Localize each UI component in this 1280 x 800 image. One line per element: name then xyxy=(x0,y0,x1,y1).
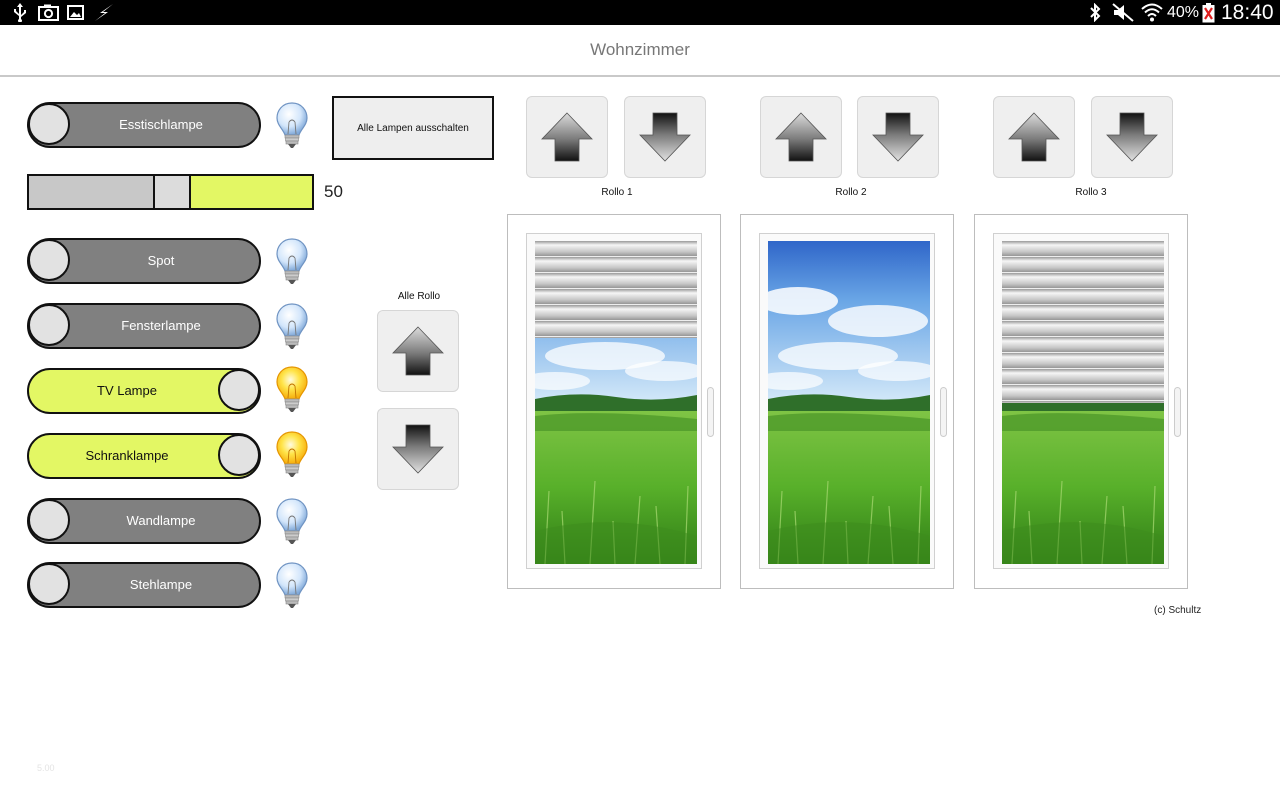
rollo-shutter xyxy=(535,241,697,338)
toggle-label: TV Lampe xyxy=(97,383,157,398)
toggle-label: Wandlampe xyxy=(126,513,196,528)
arrow-up-icon xyxy=(541,112,593,162)
usb-icon xyxy=(10,3,30,22)
toggle-knob[interactable] xyxy=(218,369,260,411)
landscape-image xyxy=(768,241,930,564)
rollo-1-label: Rollo 1 xyxy=(601,187,633,198)
copyright-text: (c) Schultz xyxy=(1154,605,1202,616)
window-pane xyxy=(768,241,930,564)
window-handle xyxy=(940,387,947,437)
dimmer-fill xyxy=(189,176,312,208)
rollo-shutter xyxy=(1002,241,1164,403)
battery-percent: 40% xyxy=(1167,4,1200,21)
window-handle xyxy=(1174,387,1181,437)
bulb-off-icon xyxy=(276,562,308,608)
rollo-3-up-button[interactable] xyxy=(993,96,1075,178)
toggle-label: Stehlampe xyxy=(129,577,193,592)
window-frame xyxy=(993,233,1169,569)
arrow-up-icon xyxy=(775,112,827,162)
arrow-down-icon xyxy=(392,424,444,474)
window-handle xyxy=(707,387,714,437)
all-rollo-label: Alle Rollo xyxy=(397,291,441,302)
toggle-knob[interactable] xyxy=(28,563,70,605)
toggle-knob[interactable] xyxy=(28,103,70,145)
toggle-knob[interactable] xyxy=(28,239,70,281)
rollo-2-label: Rollo 2 xyxy=(835,187,867,198)
bulb-off-icon xyxy=(276,303,308,349)
bulb-off-icon xyxy=(276,238,308,284)
toggle-schranklampe[interactable]: Schranklampe xyxy=(27,433,261,479)
dimmer-slider[interactable] xyxy=(27,174,314,210)
rollo-1-up-button[interactable] xyxy=(526,96,608,178)
page-title: Wohnzimmer xyxy=(590,40,690,59)
toggle-spot[interactable]: Spot xyxy=(27,238,261,284)
arrow-down-icon xyxy=(639,112,691,162)
rollo-2-down-button[interactable] xyxy=(857,96,939,178)
toggle-wandlampe[interactable]: Wandlampe xyxy=(27,498,261,544)
toggle-label: Spot xyxy=(147,253,175,268)
rollo-3-down-button[interactable] xyxy=(1091,96,1173,178)
toggle-fensterlampe[interactable]: Fensterlampe xyxy=(27,303,261,349)
toggle-stehlampe[interactable]: Stehlampe xyxy=(27,562,261,608)
toggle-knob[interactable] xyxy=(218,434,260,476)
arrow-down-icon xyxy=(1106,112,1158,162)
rollo-2-up-button[interactable] xyxy=(760,96,842,178)
header-divider xyxy=(0,75,1280,77)
toggle-label: Esstischlampe xyxy=(119,117,203,132)
camera-icon xyxy=(37,3,59,22)
toggle-tv-lampe[interactable]: TV Lampe xyxy=(27,368,261,414)
bulb-on-icon xyxy=(276,431,308,477)
window-pane xyxy=(535,241,697,564)
bulb-on-icon xyxy=(276,366,308,412)
toggle-label: Fensterlampe xyxy=(121,318,201,333)
wifi-icon xyxy=(1140,3,1164,22)
battery-icon xyxy=(1200,2,1216,22)
version-text: 5.00 xyxy=(37,763,55,773)
window-rollo-1 xyxy=(507,214,721,589)
header-bar: Wohnzimmer xyxy=(0,25,1280,77)
gallery-icon xyxy=(65,3,85,22)
bulb-off-icon xyxy=(276,102,308,148)
rollo-1-down-button[interactable] xyxy=(624,96,706,178)
status-bar: 40% 18:40 xyxy=(0,0,1280,25)
toggle-knob[interactable] xyxy=(28,304,70,346)
arrow-down-icon xyxy=(872,112,924,162)
all-rollo-up-button[interactable] xyxy=(377,310,459,392)
window-rollo-2 xyxy=(740,214,954,589)
dimmer-thumb[interactable] xyxy=(153,176,191,208)
bluetooth-icon xyxy=(1086,3,1104,22)
window-rollo-3 xyxy=(974,214,1188,589)
mute-icon xyxy=(1111,3,1135,22)
all-lamps-off-button[interactable]: Alle Lampen ausschalten xyxy=(332,96,494,160)
toggle-knob[interactable] xyxy=(28,499,70,541)
toggle-label: Schranklampe xyxy=(85,448,169,463)
toggle-esstischlampe[interactable]: Esstischlampe xyxy=(27,102,261,148)
all-rollo-down-button[interactable] xyxy=(377,408,459,490)
window-frame xyxy=(526,233,702,569)
arrow-up-icon xyxy=(392,326,444,376)
window-frame xyxy=(759,233,935,569)
flash-icon xyxy=(93,3,115,22)
arrow-up-icon xyxy=(1008,112,1060,162)
rollo-3-label: Rollo 3 xyxy=(1075,187,1107,198)
clock: 18:40 xyxy=(1221,1,1274,24)
bulb-off-icon xyxy=(276,498,308,544)
window-pane xyxy=(1002,241,1164,564)
dimmer-value: 50 xyxy=(324,182,343,201)
